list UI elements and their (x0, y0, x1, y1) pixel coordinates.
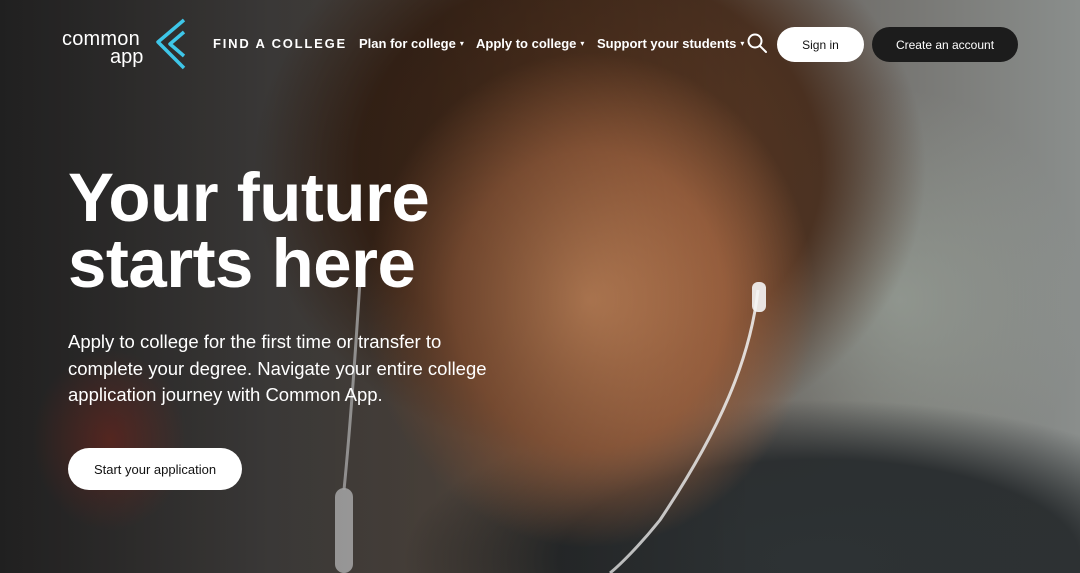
search-icon[interactable] (747, 33, 767, 53)
chevron-down-icon: ▾ (580, 39, 585, 48)
nav-support-label: Support your students (597, 36, 737, 51)
sign-in-button[interactable]: Sign in (777, 27, 864, 62)
logo-text-app: app (110, 46, 144, 68)
site-header: common app FIND A COLLEGE Plan for colle… (0, 0, 1080, 90)
nav-plan-label: Plan for college (359, 36, 456, 51)
nav-apply-to-college[interactable]: Apply to college ▾ (476, 36, 584, 51)
start-application-button[interactable]: Start your application (68, 448, 242, 490)
hero-title: Your future starts here (68, 163, 528, 298)
chevron-down-icon: ▾ (740, 39, 745, 48)
nav-support-your-students[interactable]: Support your students ▾ (597, 36, 744, 51)
create-account-button[interactable]: Create an account (872, 27, 1018, 62)
nav-find-a-college[interactable]: FIND A COLLEGE (213, 36, 347, 51)
hero-title-line2: starts here (68, 225, 416, 302)
logo-mark-icon (156, 18, 186, 70)
chevron-down-icon: ▾ (459, 39, 464, 48)
nav-apply-label: Apply to college (476, 36, 577, 51)
hero-description: Apply to college for the first time or t… (68, 331, 487, 405)
common-app-logo[interactable]: common app (62, 18, 192, 70)
nav-plan-for-college[interactable]: Plan for college ▾ (359, 36, 464, 51)
